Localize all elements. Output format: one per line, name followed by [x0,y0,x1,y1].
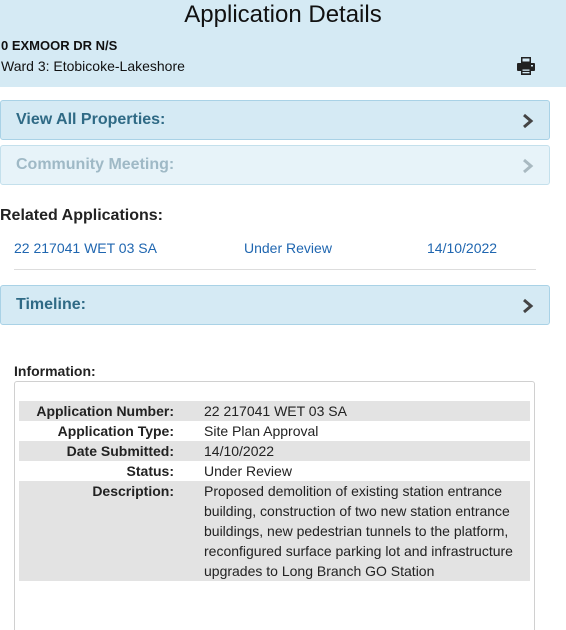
community-meeting-label: Community Meeting: [16,156,175,173]
property-address: 0 EXMOOR DR N/S [1,38,118,53]
chevron-right-icon [522,113,534,129]
info-label: Status: [126,463,174,479]
timeline-label: Timeline: [16,296,86,313]
view-all-properties-label: View All Properties: [16,111,166,128]
divider [14,269,536,270]
application-header: Application Details 0 EXMOOR DR N/S Ward… [0,0,566,87]
info-row-description: Description: Proposed demolition of exis… [19,481,530,581]
info-value: 14/10/2022 [204,443,275,459]
info-row-status: Status: Under Review [19,461,530,481]
info-row-application-number: Application Number: 22 217041 WET 03 SA [19,401,530,421]
info-value: Site Plan Approval [204,423,319,439]
information-heading: Information: [14,363,96,379]
related-applications-heading: Related Applications: [0,207,163,224]
info-label: Application Type: [57,423,174,439]
chevron-right-icon [522,298,534,314]
timeline-accordion[interactable]: Timeline: [0,285,550,325]
related-application-status: Under Review [244,240,332,256]
info-value: Under Review [204,463,292,479]
related-application-date: 14/10/2022 [427,240,498,256]
info-value: 22 217041 WET 03 SA [204,403,347,419]
info-value: Proposed demolition of existing station … [204,483,513,579]
page-title: Application Details [184,1,382,28]
view-all-properties-accordion[interactable]: View All Properties: [0,100,550,140]
info-label: Description: [92,483,174,499]
info-label: Date Submitted: [66,443,174,459]
info-row-application-type: Application Type: Site Plan Approval [19,421,530,441]
related-application-number-link[interactable]: 22 217041 WET 03 SA [14,240,157,256]
chevron-right-icon [522,158,534,174]
info-label: Application Number: [36,403,174,419]
information-table: Application Number: 22 217041 WET 03 SA … [19,401,530,581]
printer-icon[interactable] [516,56,536,76]
ward-label: Ward 3: Etobicoke-Lakeshore [1,58,185,74]
community-meeting-accordion[interactable]: Community Meeting: [0,145,550,185]
info-row-date-submitted: Date Submitted: 14/10/2022 [19,441,530,461]
